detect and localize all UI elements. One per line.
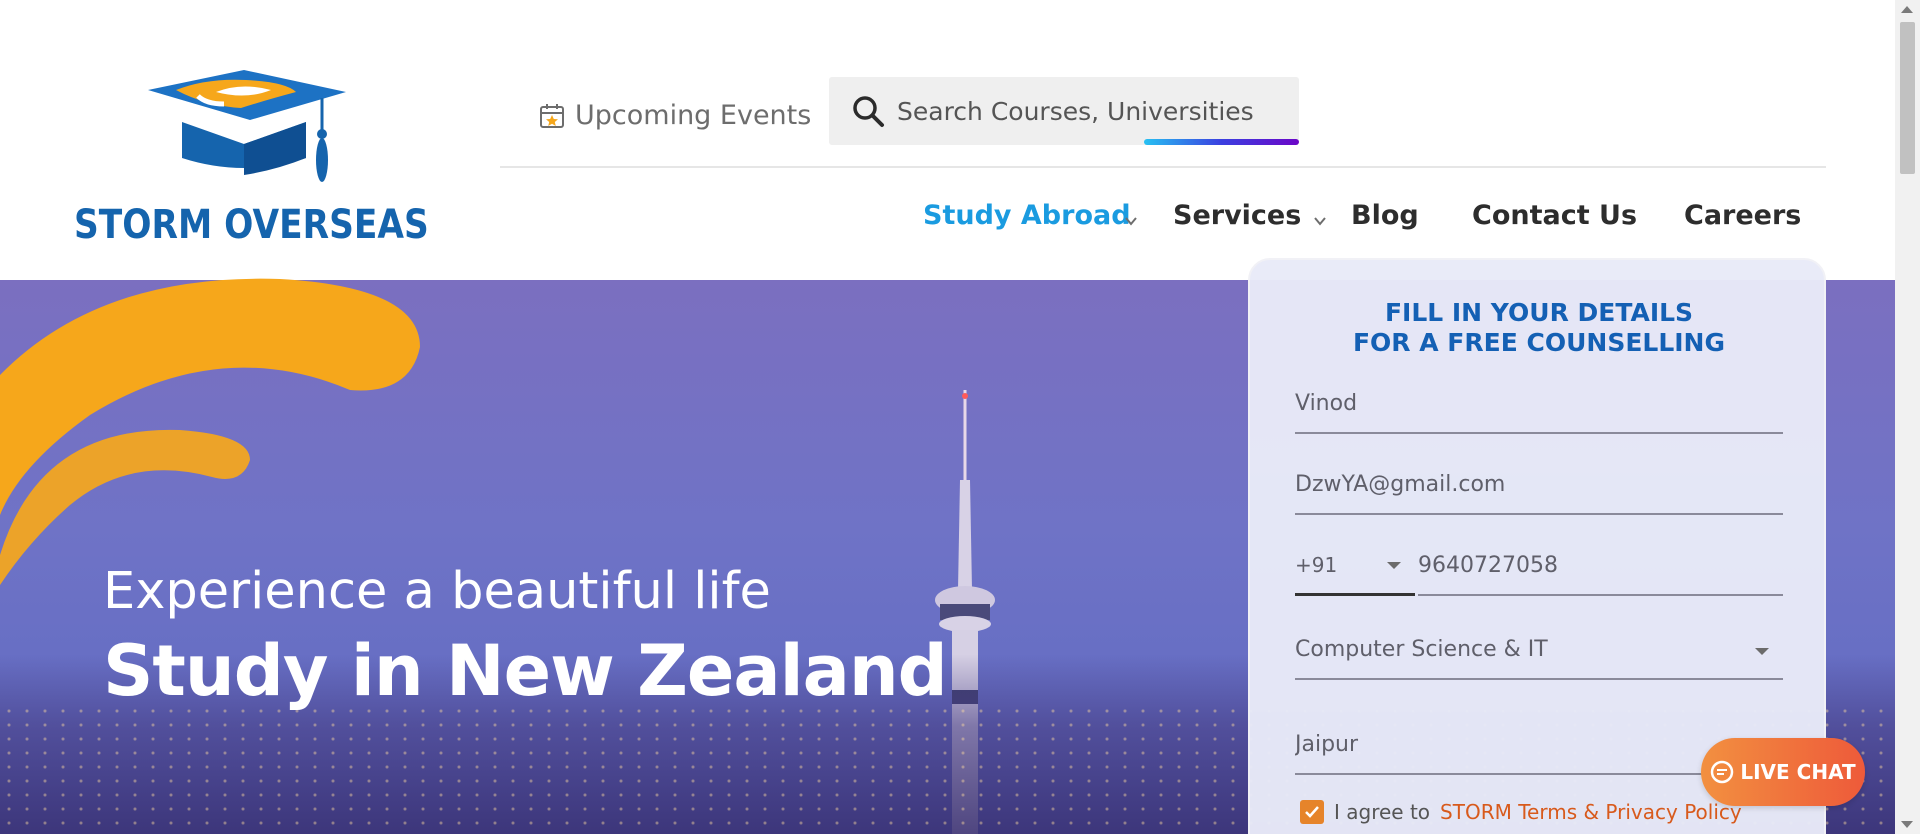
form-title-line1: FILL IN YOUR DETAILS	[1384, 298, 1694, 327]
country-code-select[interactable]: +91	[1295, 536, 1415, 596]
chat-bubble-icon	[1711, 760, 1734, 784]
search-icon[interactable]	[851, 94, 885, 128]
phone-field[interactable]: 9640727058	[1418, 536, 1783, 596]
terms-text: I agree to	[1334, 800, 1431, 824]
chevron-down-icon[interactable]	[1124, 214, 1138, 228]
nav-contact-us[interactable]: Contact Us	[1472, 200, 1637, 231]
chevron-down-icon[interactable]	[1313, 214, 1327, 228]
scroll-down-arrow-icon[interactable]	[1901, 821, 1913, 828]
upcoming-events-label: Upcoming Events	[575, 100, 812, 131]
upcoming-events-link[interactable]: Upcoming Events	[539, 100, 811, 131]
form-title: FILL IN YOUR DETAILS FOR A FREE COUNSELL…	[1250, 298, 1828, 358]
terms-checkbox[interactable]	[1300, 800, 1324, 824]
hero-title: Study in New Zealand	[103, 630, 948, 712]
scroll-up-arrow-icon[interactable]	[1901, 6, 1913, 13]
nav-services[interactable]: Services	[1173, 200, 1301, 231]
email-field[interactable]	[1295, 455, 1783, 515]
terms-link[interactable]: STORM Terms & Privacy Policy	[1440, 800, 1742, 824]
logo-wordmark: STORM OVERSEAS	[74, 202, 429, 248]
storm-overseas-logo[interactable]: STORM OVERSEAS	[74, 70, 430, 250]
course-select[interactable]: Computer Science & IT	[1295, 620, 1783, 680]
nav-blog[interactable]: Blog	[1351, 200, 1419, 231]
decorative-arc-shape	[0, 278, 420, 585]
name-input[interactable]	[1295, 390, 1783, 416]
search-input[interactable]	[897, 96, 1297, 126]
calendar-icon	[540, 103, 564, 128]
course-value: Computer Science & IT	[1295, 636, 1548, 662]
page-scrollbar[interactable]	[1895, 0, 1920, 834]
site-header: STORM OVERSEAS Upcoming Events Study Abr…	[0, 0, 1895, 280]
phone-input[interactable]: 9640727058	[1418, 553, 1558, 578]
email-input[interactable]	[1295, 471, 1783, 497]
graduation-cap-icon	[148, 70, 346, 182]
name-field[interactable]	[1295, 374, 1783, 434]
caret-down-icon	[1755, 648, 1769, 655]
live-chat-label: LIVE CHAT	[1740, 760, 1856, 784]
scroll-thumb[interactable]	[1900, 22, 1915, 174]
check-icon	[1305, 806, 1319, 818]
search-accent-bar	[1144, 139, 1299, 145]
search-bar[interactable]	[829, 77, 1299, 145]
caret-down-icon	[1387, 562, 1401, 569]
country-code-value: +91	[1295, 552, 1338, 577]
nav-study-abroad[interactable]: Study Abroad	[923, 200, 1131, 231]
live-chat-button[interactable]: LIVE CHAT	[1701, 738, 1865, 806]
header-divider	[500, 166, 1826, 168]
terms-agreement: I agree to STORM Terms & Privacy Policy	[1300, 800, 1742, 824]
form-title-line2: FOR A FREE COUNSELLING	[1352, 328, 1726, 357]
nav-careers[interactable]: Careers	[1684, 200, 1801, 231]
